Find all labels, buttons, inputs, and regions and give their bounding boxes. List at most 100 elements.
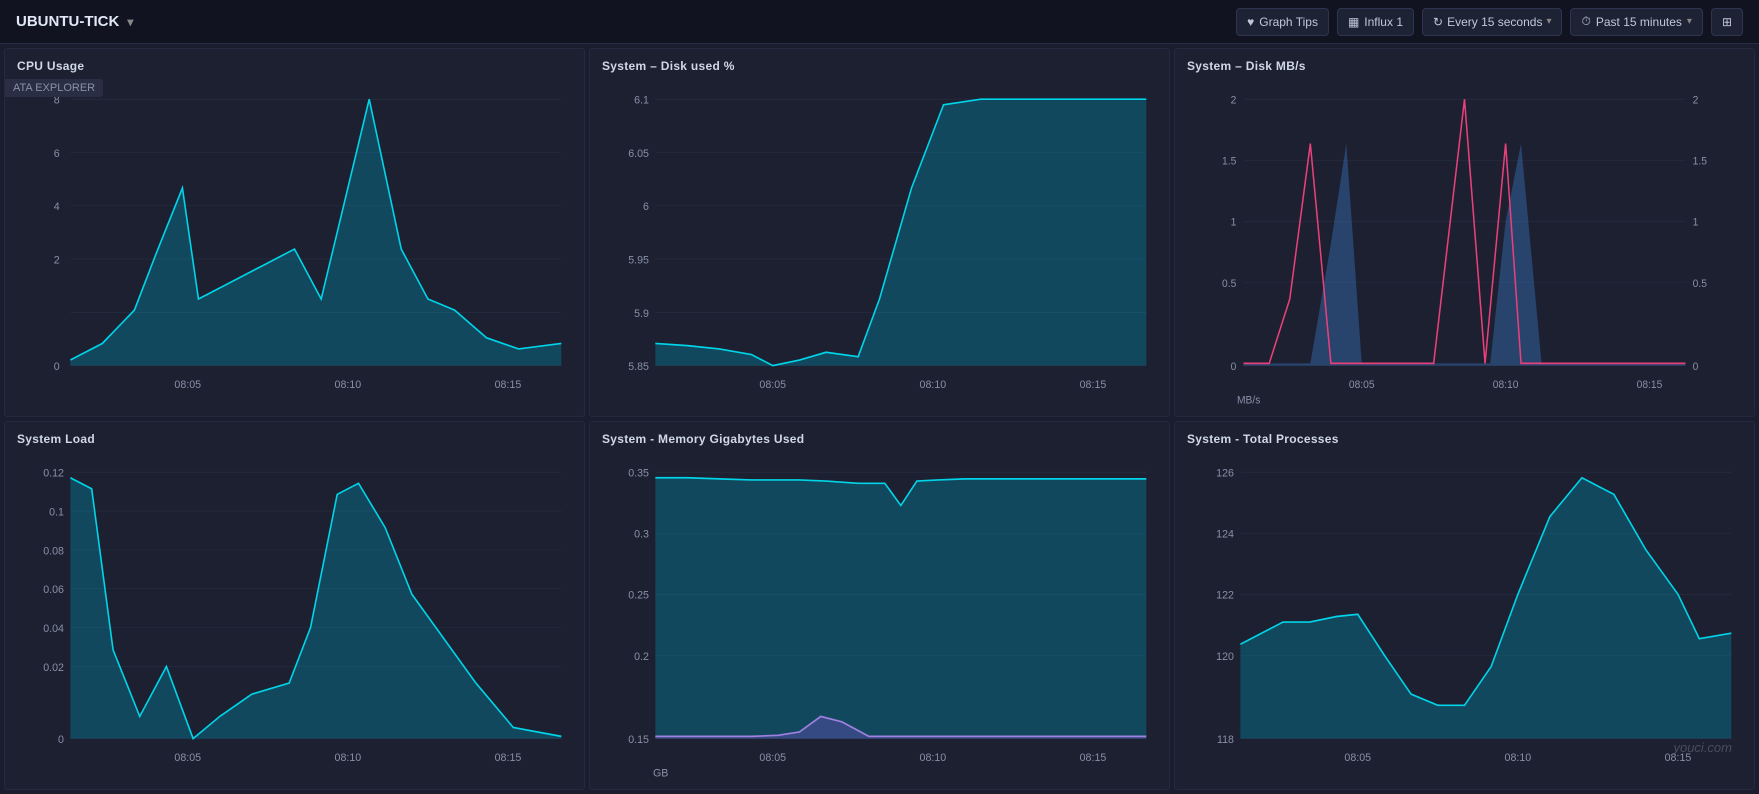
- clock-icon: ⏱: [1581, 14, 1590, 29]
- refresh-button[interactable]: ↻ Every 15 seconds ▾: [1422, 8, 1562, 36]
- svg-text:08:15: 08:15: [1080, 379, 1107, 391]
- svg-text:1: 1: [1693, 216, 1699, 228]
- topbar: UBUNTU-TICK ▾ ♥ Graph Tips ▦ Influx 1 ↻ …: [0, 0, 1759, 44]
- svg-text:5.85: 5.85: [628, 361, 649, 373]
- svg-text:0.04: 0.04: [43, 623, 64, 635]
- svg-text:0: 0: [54, 361, 60, 373]
- svg-text:0.3: 0.3: [634, 529, 649, 541]
- svg-text:MB/s: MB/s: [1237, 394, 1260, 406]
- disk-used-pct-chart: 6.1 6.05 6 5.95 5.9 5.85 08:05 08:10 08:…: [602, 77, 1157, 410]
- svg-text:126: 126: [1216, 467, 1234, 479]
- svg-text:1.5: 1.5: [1693, 155, 1707, 167]
- panel-cpu-usage: ATA EXPLORER CPU Usage 8 6 4 2 0 08:05 0…: [4, 48, 585, 417]
- svg-text:6: 6: [54, 148, 60, 160]
- svg-text:1.5: 1.5: [1222, 155, 1236, 167]
- influx-button[interactable]: ▦ Influx 1: [1337, 8, 1414, 36]
- disk-used-pct-chart-area: 6.1 6.05 6 5.95 5.9 5.85 08:05 08:10 08:…: [602, 77, 1157, 410]
- svg-text:08:05: 08:05: [759, 752, 786, 764]
- svg-text:6.05: 6.05: [628, 148, 649, 160]
- graph-tips-button[interactable]: ♥ Graph Tips: [1236, 8, 1329, 36]
- svg-text:0.12: 0.12: [43, 467, 64, 479]
- svg-text:5.9: 5.9: [634, 308, 649, 320]
- svg-text:0.2: 0.2: [634, 651, 649, 663]
- dashboard-grid: ATA EXPLORER CPU Usage 8 6 4 2 0 08:05 0…: [0, 44, 1759, 794]
- svg-text:0.25: 0.25: [628, 590, 649, 602]
- total-processes-title: System - Total Processes: [1187, 432, 1742, 446]
- refresh-label: Every 15 seconds: [1447, 15, 1542, 29]
- watermark: youci.com: [1673, 740, 1732, 755]
- panel-system-load: System Load 0.12 0.1 0.08 0.06 0.04 0.02…: [4, 421, 585, 790]
- svg-text:118: 118: [1217, 734, 1234, 746]
- panel-total-processes: System - Total Processes 126 124 122 120…: [1174, 421, 1755, 790]
- panel-disk-mbs: System – Disk MB/s 2 1.5 1 0.5 0 MB/s 2 …: [1174, 48, 1755, 417]
- svg-text:08:05: 08:05: [174, 379, 201, 391]
- svg-text:2: 2: [1693, 94, 1699, 106]
- data-explorer-tag: ATA EXPLORER: [5, 79, 103, 97]
- svg-text:08:05: 08:05: [1349, 378, 1375, 390]
- svg-text:08:15: 08:15: [495, 752, 522, 764]
- time-range-chevron-icon: ▾: [1687, 16, 1692, 27]
- system-load-chart: 0.12 0.1 0.08 0.06 0.04 0.02 0 08:05 08:…: [17, 450, 572, 783]
- svg-text:1: 1: [1231, 216, 1237, 228]
- svg-text:4: 4: [54, 201, 60, 213]
- memory-gb-title: System - Memory Gigabytes Used: [602, 432, 1157, 446]
- svg-text:08:05: 08:05: [174, 752, 201, 764]
- panel-disk-used-pct: System – Disk used % 6.1 6.05 6 5.95 5.9…: [589, 48, 1170, 417]
- svg-text:0.5: 0.5: [1222, 277, 1236, 289]
- system-load-title: System Load: [17, 432, 572, 446]
- svg-text:6: 6: [643, 201, 649, 213]
- svg-text:0.02: 0.02: [43, 662, 64, 674]
- grid-icon: ▦: [1348, 15, 1359, 29]
- memory-gb-chart: 0.35 0.3 0.25 0.2 0.15 GB 08:05 08:10 08…: [602, 450, 1157, 783]
- display-button[interactable]: ⊞: [1711, 8, 1743, 36]
- graph-tips-label: Graph Tips: [1259, 15, 1318, 29]
- svg-text:124: 124: [1216, 529, 1234, 541]
- svg-text:5.95: 5.95: [628, 254, 649, 266]
- svg-text:0: 0: [1693, 361, 1699, 373]
- svg-text:08:10: 08:10: [335, 379, 362, 391]
- time-range-label: Past 15 minutes: [1596, 15, 1682, 29]
- disk-mbs-chart: 2 1.5 1 0.5 0 MB/s 2 1.5 1 0.5 0 08:05 0…: [1187, 77, 1742, 410]
- svg-text:08:15: 08:15: [1637, 378, 1663, 390]
- svg-text:0: 0: [58, 734, 64, 746]
- memory-gb-chart-area: 0.35 0.3 0.25 0.2 0.15 GB 08:05 08:10 08…: [602, 450, 1157, 783]
- svg-text:2: 2: [54, 254, 60, 266]
- panel-memory-gb: System - Memory Gigabytes Used 0.35 0.3 …: [589, 421, 1170, 790]
- svg-text:120: 120: [1216, 651, 1234, 663]
- svg-text:0.1: 0.1: [49, 506, 64, 518]
- topbar-controls: ♥ Graph Tips ▦ Influx 1 ↻ Every 15 secon…: [1236, 8, 1743, 36]
- display-icon: ⊞: [1722, 15, 1732, 29]
- cpu-usage-chart: 8 6 4 2 0 08:05 08:10 08:15: [17, 77, 572, 410]
- svg-text:0.5: 0.5: [1693, 277, 1707, 289]
- svg-text:08:10: 08:10: [920, 752, 947, 764]
- total-processes-chart: 126 124 122 120 118 08:05 08:10 08:15: [1187, 450, 1742, 783]
- svg-text:0.06: 0.06: [43, 584, 64, 596]
- refresh-icon: ↻: [1433, 15, 1443, 29]
- svg-text:08:15: 08:15: [495, 379, 522, 391]
- disk-mbs-chart-area: 2 1.5 1 0.5 0 MB/s 2 1.5 1 0.5 0 08:05 0…: [1187, 77, 1742, 410]
- svg-text:2: 2: [1231, 94, 1237, 106]
- cpu-usage-chart-area: 8 6 4 2 0 08:05 08:10 08:15: [17, 77, 572, 410]
- svg-text:08:10: 08:10: [1493, 378, 1519, 390]
- time-range-button[interactable]: ⏱ Past 15 minutes ▾: [1570, 8, 1702, 36]
- svg-text:6.1: 6.1: [634, 94, 649, 106]
- svg-text:122: 122: [1216, 590, 1234, 602]
- dashboard-title-area[interactable]: UBUNTU-TICK ▾: [16, 13, 133, 30]
- svg-text:0: 0: [1231, 361, 1237, 373]
- svg-text:GB: GB: [653, 767, 668, 779]
- system-load-chart-area: 0.12 0.1 0.08 0.06 0.04 0.02 0 08:05 08:…: [17, 450, 572, 783]
- svg-text:08:10: 08:10: [1505, 752, 1532, 764]
- svg-text:0.15: 0.15: [628, 734, 649, 746]
- refresh-chevron-icon: ▾: [1546, 16, 1551, 27]
- heart-icon: ♥: [1247, 15, 1254, 29]
- svg-text:08:10: 08:10: [920, 379, 947, 391]
- svg-text:08:05: 08:05: [1344, 752, 1371, 764]
- svg-text:0.35: 0.35: [628, 467, 649, 479]
- disk-used-pct-title: System – Disk used %: [602, 59, 1157, 73]
- svg-text:08:10: 08:10: [335, 752, 362, 764]
- influx-label: Influx 1: [1364, 15, 1403, 29]
- dashboard-title: UBUNTU-TICK: [16, 13, 119, 30]
- disk-mbs-title: System – Disk MB/s: [1187, 59, 1742, 73]
- svg-text:08:15: 08:15: [1080, 752, 1107, 764]
- title-chevron: ▾: [127, 15, 133, 29]
